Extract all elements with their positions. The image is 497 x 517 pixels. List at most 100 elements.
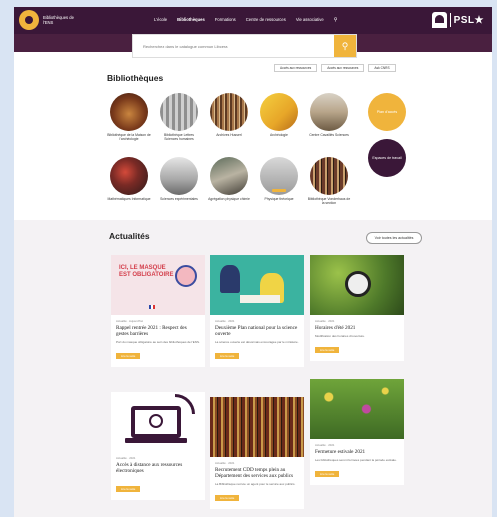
illustration-figure (220, 265, 240, 293)
news-excerpt: Modification des horaires d'ouverture. (315, 334, 365, 339)
news-card-title[interactable]: Accès à distance aux ressources électron… (116, 462, 200, 474)
search-input[interactable] (133, 35, 323, 58)
ens-seal-icon (431, 12, 447, 28)
library-label: Mathématiques Informatique (107, 197, 151, 201)
nav-item-ecole[interactable]: L'école (154, 17, 167, 23)
news-card[interactable]: Actualité · 2021 Recrutement CDD temps p… (210, 397, 304, 510)
library-label: Physique théorique (264, 197, 294, 201)
news-image (310, 379, 404, 439)
library-label: Agrégation physique chimie (208, 197, 250, 201)
quick-links: Accès aux ressources Accès aux ressource… (274, 64, 396, 72)
clock-icon (345, 271, 371, 297)
news-card-title[interactable]: Fermeture estivale 2021 (315, 449, 399, 455)
news-date: Actualité · Aujourd'hui (116, 319, 143, 323)
site-logo[interactable]: Bibliothèques de l'ENS (19, 10, 77, 30)
library-photo (260, 93, 298, 131)
library-card[interactable]: Archéologie (257, 93, 301, 137)
logo-icon (19, 10, 39, 30)
news-card[interactable]: ICI, LE MASQUE EST OBLIGATOIRE Actualité… (111, 255, 205, 368)
illustration-ground (240, 295, 280, 303)
read-more-button[interactable]: Lire la suite (315, 471, 340, 478)
psl-brand[interactable]: PSL★ (431, 12, 484, 28)
library-label: Archéologie (270, 133, 288, 137)
news-card[interactable]: Actualité · 2021 Horaires d'été 2021 Mod… (310, 255, 404, 362)
read-more-button[interactable]: Lire la suite (116, 353, 141, 360)
poster-line-2: EST OBLIGATOIRE (119, 272, 174, 278)
library-card[interactable]: Centre Cavaillès Sciences (307, 93, 351, 137)
nav-item-ressources[interactable]: Centre de ressources (246, 17, 286, 23)
news-date: Actualité · 2021 (215, 461, 235, 465)
news-date: Actualité · 2021 (215, 319, 235, 323)
read-more-button[interactable]: Lire la suite (215, 353, 240, 360)
news-card-title[interactable]: Rappel rentrée 2021 : Respect des gestes… (116, 325, 200, 337)
search-icon[interactable]: ⚲ (334, 17, 338, 23)
news-card-title[interactable]: Horaires d'été 2021 (315, 325, 399, 331)
news-image (111, 392, 205, 452)
news-date: Actualité · 2021 (315, 319, 335, 323)
page: Bibliothèques de l'ENS L'école Bibliothè… (14, 7, 492, 517)
library-card[interactable]: Archives Husserl (207, 93, 251, 137)
library-label: Bibliothèque Lettres Sciences humaines (164, 133, 194, 141)
library-badge (272, 189, 286, 192)
library-photo (160, 157, 198, 195)
news-excerpt: Les bibliothèques seront fermées pendant… (315, 458, 397, 463)
library-photo (110, 157, 148, 195)
poster-text: ICI, LE MASQUE EST OBLIGATOIRE (119, 265, 173, 279)
magnifier-icon: ⚲ (341, 40, 349, 51)
news-excerpt: La science ouverte est désormais encoura… (215, 340, 299, 345)
libraries-title: Bibliothèques (107, 73, 164, 83)
search-button[interactable]: ⚲ (334, 35, 356, 57)
library-card[interactable]: Bibliothèque de la Maison de l'archéolog… (107, 93, 151, 141)
library-card[interactable]: Bibliothèque Lettres Sciences humaines (157, 93, 201, 141)
main-nav: L'école Bibliothèques Formations Centre … (154, 17, 337, 23)
news-image (210, 255, 304, 315)
news-card[interactable]: Actualité · 2021 Accès à distance aux re… (111, 392, 205, 501)
library-photo (210, 93, 248, 131)
news-card[interactable]: Actualité · 2021 Deuxième Plan national … (210, 255, 304, 368)
read-more-button[interactable]: Lire la suite (315, 347, 340, 354)
library-label: Bibliothèque de la Maison de l'archéolog… (107, 133, 151, 141)
library-photo (160, 93, 198, 131)
library-card[interactable]: Mathématiques Informatique (107, 157, 151, 201)
library-photo (110, 93, 148, 131)
news-excerpt: La Bibliothèque recrute un agent pour le… (215, 482, 296, 487)
news-date: Actualité · 2021 (116, 456, 136, 460)
news-card-title[interactable]: Recrutement CDD temps plein au Départeme… (215, 467, 299, 479)
all-news-button[interactable]: Voir toutes les actualités (366, 232, 422, 244)
poster-line-1: ICI, LE MASQUE (119, 265, 166, 271)
laptop-base (125, 438, 187, 443)
workspaces-button[interactable]: Espaces de travail (368, 139, 406, 177)
news-card-title[interactable]: Deuxième Plan national pour la science o… (215, 325, 299, 337)
news-title: Actualités (109, 231, 150, 241)
library-card[interactable]: Physique théorique (257, 157, 301, 201)
library-label: Centre Cavaillès Sciences (309, 133, 349, 137)
library-label: Archives Husserl (216, 133, 242, 137)
brand-divider (449, 13, 451, 27)
wifi-icon (175, 394, 195, 414)
catalog-search: ⚲ (132, 34, 357, 58)
news-image (310, 255, 404, 315)
quick-link-3[interactable]: Ask CNRS (368, 64, 396, 72)
access-plan-button[interactable]: Plan d'accès (368, 93, 406, 131)
nav-item-bibliotheques[interactable]: Bibliothèques (177, 17, 205, 23)
library-card[interactable]: Bibliothèque Vonderhaus de la section (307, 157, 351, 205)
top-navbar: Bibliothèques de l'ENS L'école Bibliothè… (14, 7, 492, 34)
logo-text: Bibliothèques de l'ENS (43, 15, 74, 25)
news-image (210, 397, 304, 457)
quick-link-2[interactable]: Accès aux ressources (321, 64, 365, 72)
flag-icon (149, 305, 155, 309)
nav-item-vie-associative[interactable]: Vie associative (296, 17, 324, 23)
read-more-button[interactable]: Lire la suite (116, 486, 141, 493)
library-card[interactable]: Agrégation physique chimie (207, 157, 251, 201)
news-excerpt: Port du masque obligatoire au sein des b… (116, 340, 200, 345)
news-image: ICI, LE MASQUE EST OBLIGATOIRE (111, 255, 205, 315)
library-photo (210, 157, 248, 195)
library-photo (310, 93, 348, 131)
globe-icon (149, 414, 163, 428)
news-card[interactable]: Actualité · 2021 Fermeture estivale 2021… (310, 379, 404, 486)
library-label: Bibliothèque Vonderhaus de la section (307, 197, 351, 205)
read-more-button[interactable]: Lire la suite (215, 495, 240, 502)
nav-item-formations[interactable]: Formations (215, 17, 236, 23)
quick-link-1[interactable]: Accès aux ressources (274, 64, 318, 72)
library-card[interactable]: Sciences expérimentales (157, 157, 201, 201)
